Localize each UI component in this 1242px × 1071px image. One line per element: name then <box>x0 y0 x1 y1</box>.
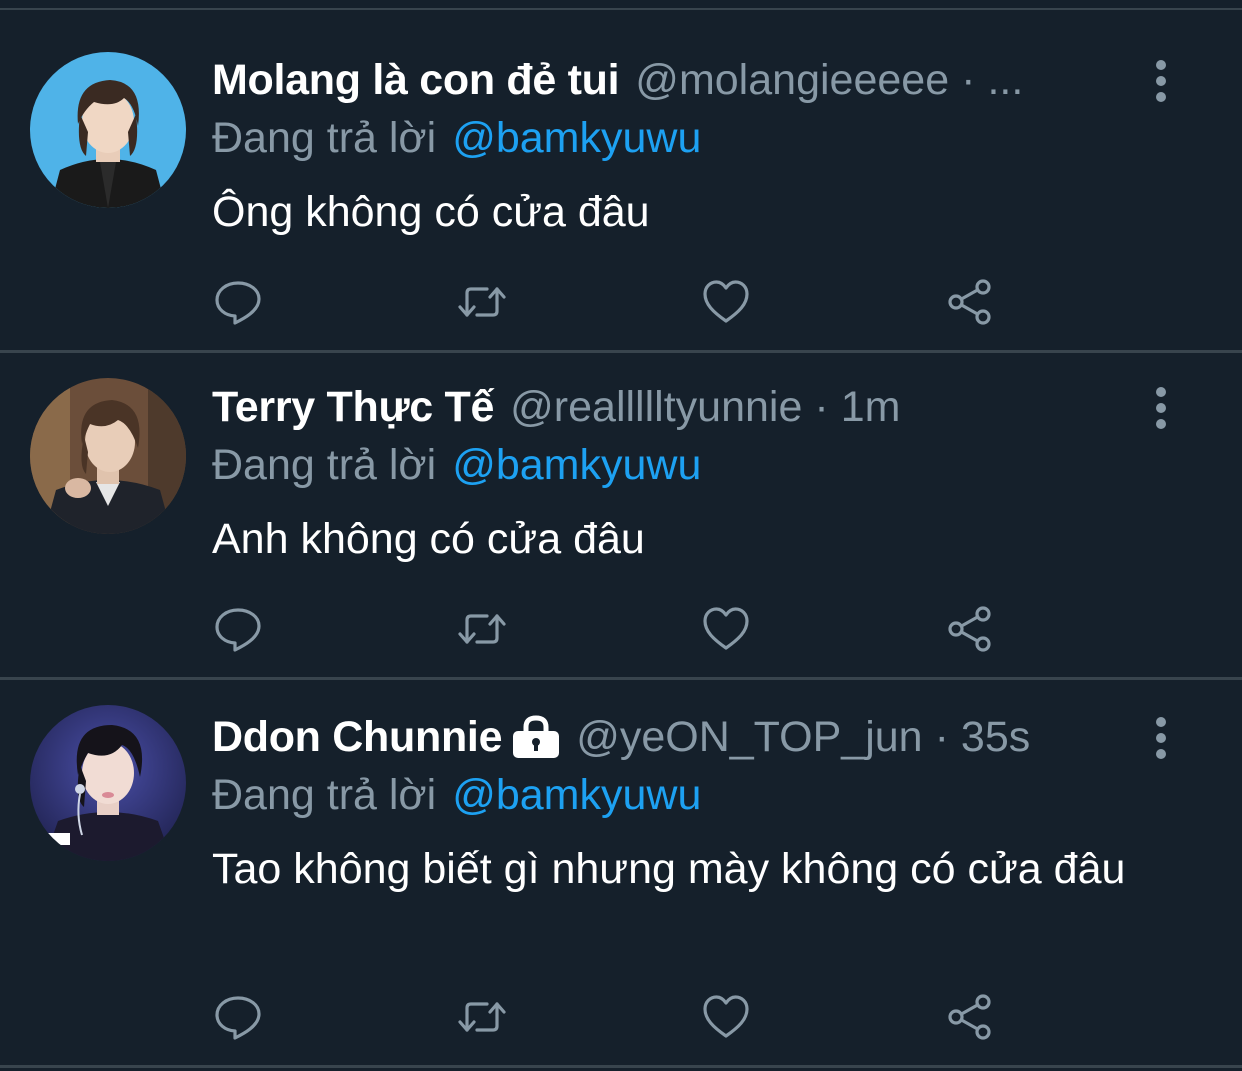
tweet-header: Molang là con đẻ tui @molangieeeee · ... <box>212 52 1023 108</box>
retweet-icon <box>458 1002 506 1032</box>
reply-icon <box>215 281 261 325</box>
mention-link[interactable]: @bamkyuwu <box>452 441 701 490</box>
share-icon <box>948 606 991 652</box>
avatar-image <box>30 52 186 208</box>
replying-to: Đang trả lời @bamkyuwu <box>212 767 701 823</box>
display-name[interactable]: Molang là con đẻ tui <box>212 56 620 105</box>
tweet-text: Ông không có cửa đâu <box>212 188 650 236</box>
avatar[interactable] <box>30 705 186 861</box>
user-handle[interactable]: @molangieeeee <box>635 56 949 105</box>
reply-button[interactable] <box>213 992 263 1042</box>
like-icon <box>703 607 749 650</box>
retweet-button[interactable] <box>457 604 507 654</box>
share-icon <box>948 279 991 325</box>
reply-icon <box>215 608 261 652</box>
timestamp[interactable]: 35s <box>961 713 1030 762</box>
reply-icon <box>215 996 261 1040</box>
replying-to-label: Đang trả lời <box>212 770 437 819</box>
replying-to: Đang trả lời @bamkyuwu <box>212 437 701 493</box>
replying-to-label: Đang trả lời <box>212 113 437 162</box>
like-icon <box>703 280 749 323</box>
like-button[interactable] <box>701 604 751 654</box>
separator: · <box>814 382 829 431</box>
mention-link[interactable]: @bamkyuwu <box>452 114 701 163</box>
lock-icon <box>513 715 560 758</box>
retweet-button[interactable] <box>457 277 507 327</box>
avatar-image <box>30 705 186 861</box>
display-name[interactable]: Ddon Chunnie <box>212 713 502 762</box>
avatar-image <box>30 378 186 534</box>
tweet-header: Terry Thực Tế @reallllltyunnie · 1m <box>212 379 900 435</box>
retweet-button[interactable] <box>457 992 507 1042</box>
tweet-header: Ddon Chunnie @yeON_TOP_jun · 35s <box>212 709 1030 765</box>
avatar[interactable] <box>30 378 186 534</box>
share-icon <box>948 994 991 1040</box>
more-options-icon[interactable] <box>1150 59 1172 103</box>
more-options-icon[interactable] <box>1150 386 1172 430</box>
reply-button[interactable] <box>213 277 263 327</box>
tweet-text: Anh không có cửa đâu <box>212 515 645 563</box>
tweet-text: Tao không biết gì nhưng mày không có cửa… <box>212 845 1126 893</box>
display-name[interactable]: Terry Thực Tế <box>212 383 494 432</box>
tweet-divider <box>0 350 1242 353</box>
timestamp[interactable]: ... <box>987 56 1023 105</box>
retweet-icon <box>458 614 506 644</box>
more-options-icon[interactable] <box>1150 716 1172 760</box>
separator: · <box>934 712 949 761</box>
replying-to: Đang trả lời @bamkyuwu <box>212 110 701 166</box>
tweet-divider <box>0 677 1242 680</box>
like-button[interactable] <box>701 992 751 1042</box>
separator: · <box>961 55 976 104</box>
retweet-icon <box>458 287 506 317</box>
share-button[interactable] <box>945 277 995 327</box>
user-handle[interactable]: @reallllltyunnie <box>510 383 802 432</box>
reply-button[interactable] <box>213 604 263 654</box>
mention-link[interactable]: @bamkyuwu <box>452 771 701 820</box>
timestamp[interactable]: 1m <box>841 383 901 432</box>
user-handle[interactable]: @yeON_TOP_jun <box>576 713 922 762</box>
share-button[interactable] <box>945 604 995 654</box>
like-button[interactable] <box>701 277 751 327</box>
like-icon <box>703 995 749 1038</box>
avatar[interactable] <box>30 52 186 208</box>
top-divider <box>0 8 1242 10</box>
share-button[interactable] <box>945 992 995 1042</box>
replying-to-label: Đang trả lời <box>212 440 437 489</box>
tweet-divider <box>0 1065 1242 1068</box>
